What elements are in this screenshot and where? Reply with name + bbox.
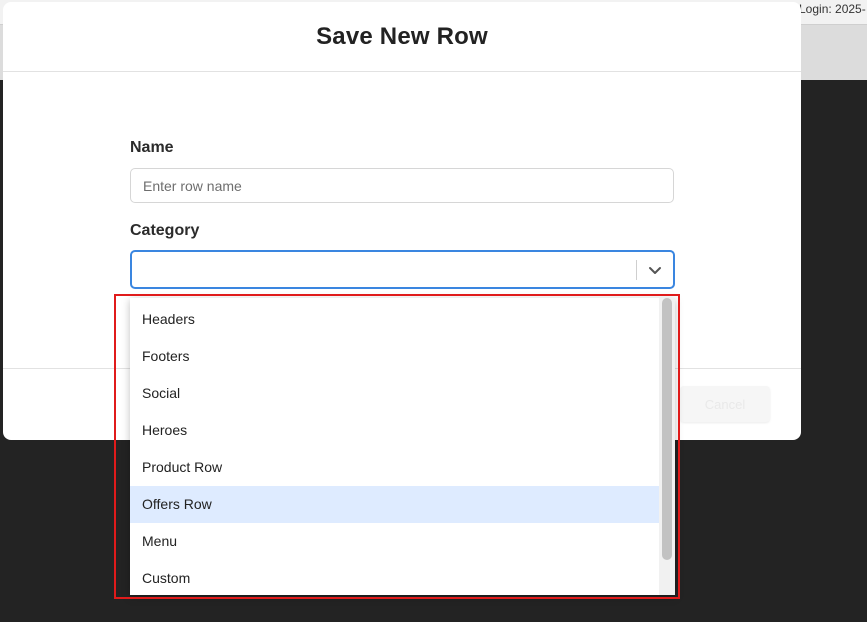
login-info: Login: 2025- <box>799 2 866 16</box>
dropdown-scrollbar[interactable] <box>659 298 675 595</box>
category-select[interactable] <box>130 250 675 289</box>
dropdown-option-headers[interactable]: Headers <box>130 301 659 338</box>
modal-header: Save New Row <box>3 2 801 72</box>
category-dropdown-menu: Headers Footers Social Heroes Product Ro… <box>130 298 675 595</box>
dropdown-option-footers[interactable]: Footers <box>130 338 659 375</box>
modal-title: Save New Row <box>316 22 488 50</box>
cancel-button[interactable]: Cancel <box>680 386 770 422</box>
dropdown-option-social[interactable]: Social <box>130 375 659 412</box>
dropdown-scrollbar-thumb[interactable] <box>662 298 672 560</box>
name-label: Name <box>130 139 174 156</box>
dropdown-option-menu[interactable]: Menu <box>130 523 659 560</box>
dropdown-option-heroes[interactable]: Heroes <box>130 412 659 449</box>
dropdown-option-custom[interactable]: Custom <box>130 560 659 595</box>
row-name-input[interactable] <box>130 168 674 203</box>
select-separator <box>636 260 637 280</box>
dropdown-option-product-row[interactable]: Product Row <box>130 449 659 486</box>
category-label: Category <box>130 222 200 239</box>
chevron-down-icon[interactable] <box>647 262 663 278</box>
dropdown-option-offers-row[interactable]: Offers Row <box>130 486 659 523</box>
